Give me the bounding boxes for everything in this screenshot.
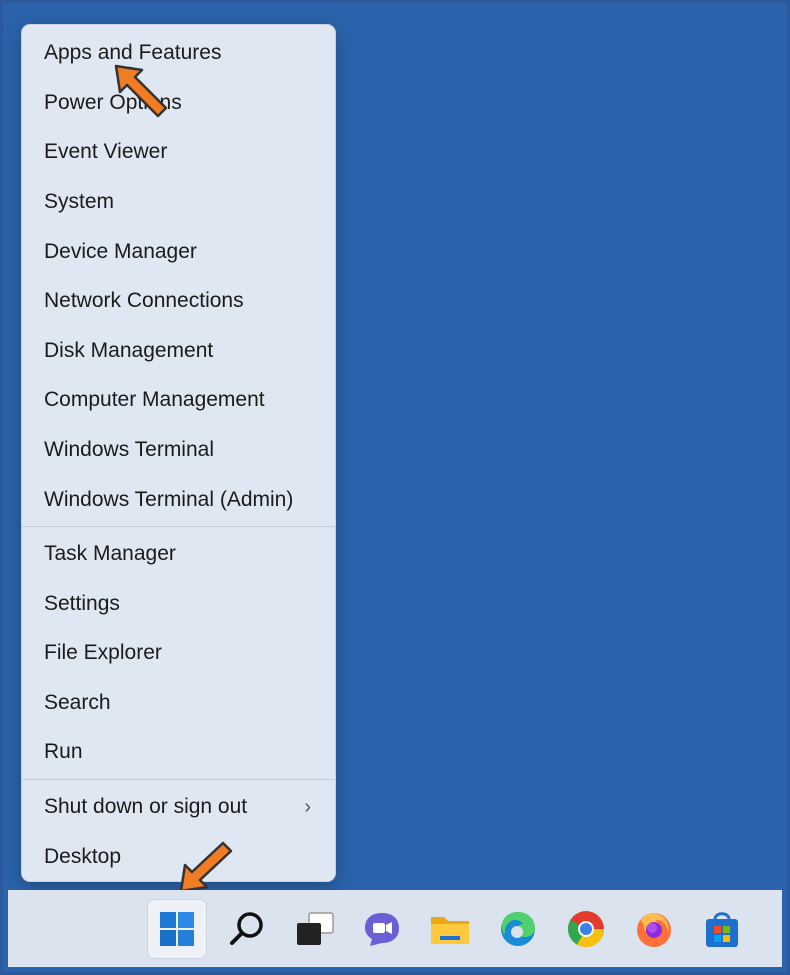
task-view-icon[interactable]: [286, 900, 344, 958]
menu-item-windows-terminal-admin[interactable]: Windows Terminal (Admin): [22, 478, 335, 522]
chrome-icon[interactable]: [557, 900, 615, 958]
menu-item-settings[interactable]: Settings: [22, 582, 335, 626]
menu-item-system[interactable]: System: [22, 180, 335, 224]
edge-icon[interactable]: [489, 900, 547, 958]
menu-item-apps-and-features[interactable]: Apps and Features: [22, 31, 335, 75]
taskbar: [8, 890, 782, 967]
menu-item-file-explorer[interactable]: File Explorer: [22, 631, 335, 675]
teams-chat-icon[interactable]: [353, 900, 411, 958]
file-explorer-icon[interactable]: [421, 900, 479, 958]
chevron-right-icon: ›: [304, 796, 311, 818]
menu-item-computer-management[interactable]: Computer Management: [22, 378, 335, 422]
menu-item-desktop[interactable]: Desktop: [22, 835, 335, 879]
menu-separator: [22, 779, 335, 780]
menu-item-shut-down-or-sign-out[interactable]: Shut down or sign out ›: [22, 785, 335, 829]
menu-item-network-connections[interactable]: Network Connections: [22, 279, 335, 323]
windows-start-icon[interactable]: [148, 900, 206, 958]
menu-item-event-viewer[interactable]: Event Viewer: [22, 130, 335, 174]
winx-context-menu: Apps and Features Power Options Event Vi…: [21, 24, 336, 882]
menu-item-search[interactable]: Search: [22, 681, 335, 725]
search-icon[interactable]: [218, 900, 276, 958]
menu-item-device-manager[interactable]: Device Manager: [22, 230, 335, 274]
menu-item-task-manager[interactable]: Task Manager: [22, 532, 335, 576]
menu-item-windows-terminal[interactable]: Windows Terminal: [22, 428, 335, 472]
menu-item-run[interactable]: Run: [22, 730, 335, 774]
menu-separator: [22, 526, 335, 527]
menu-item-disk-management[interactable]: Disk Management: [22, 329, 335, 373]
firefox-icon[interactable]: [625, 900, 683, 958]
store-icon[interactable]: [693, 900, 751, 958]
menu-item-power-options[interactable]: Power Options: [22, 81, 335, 125]
